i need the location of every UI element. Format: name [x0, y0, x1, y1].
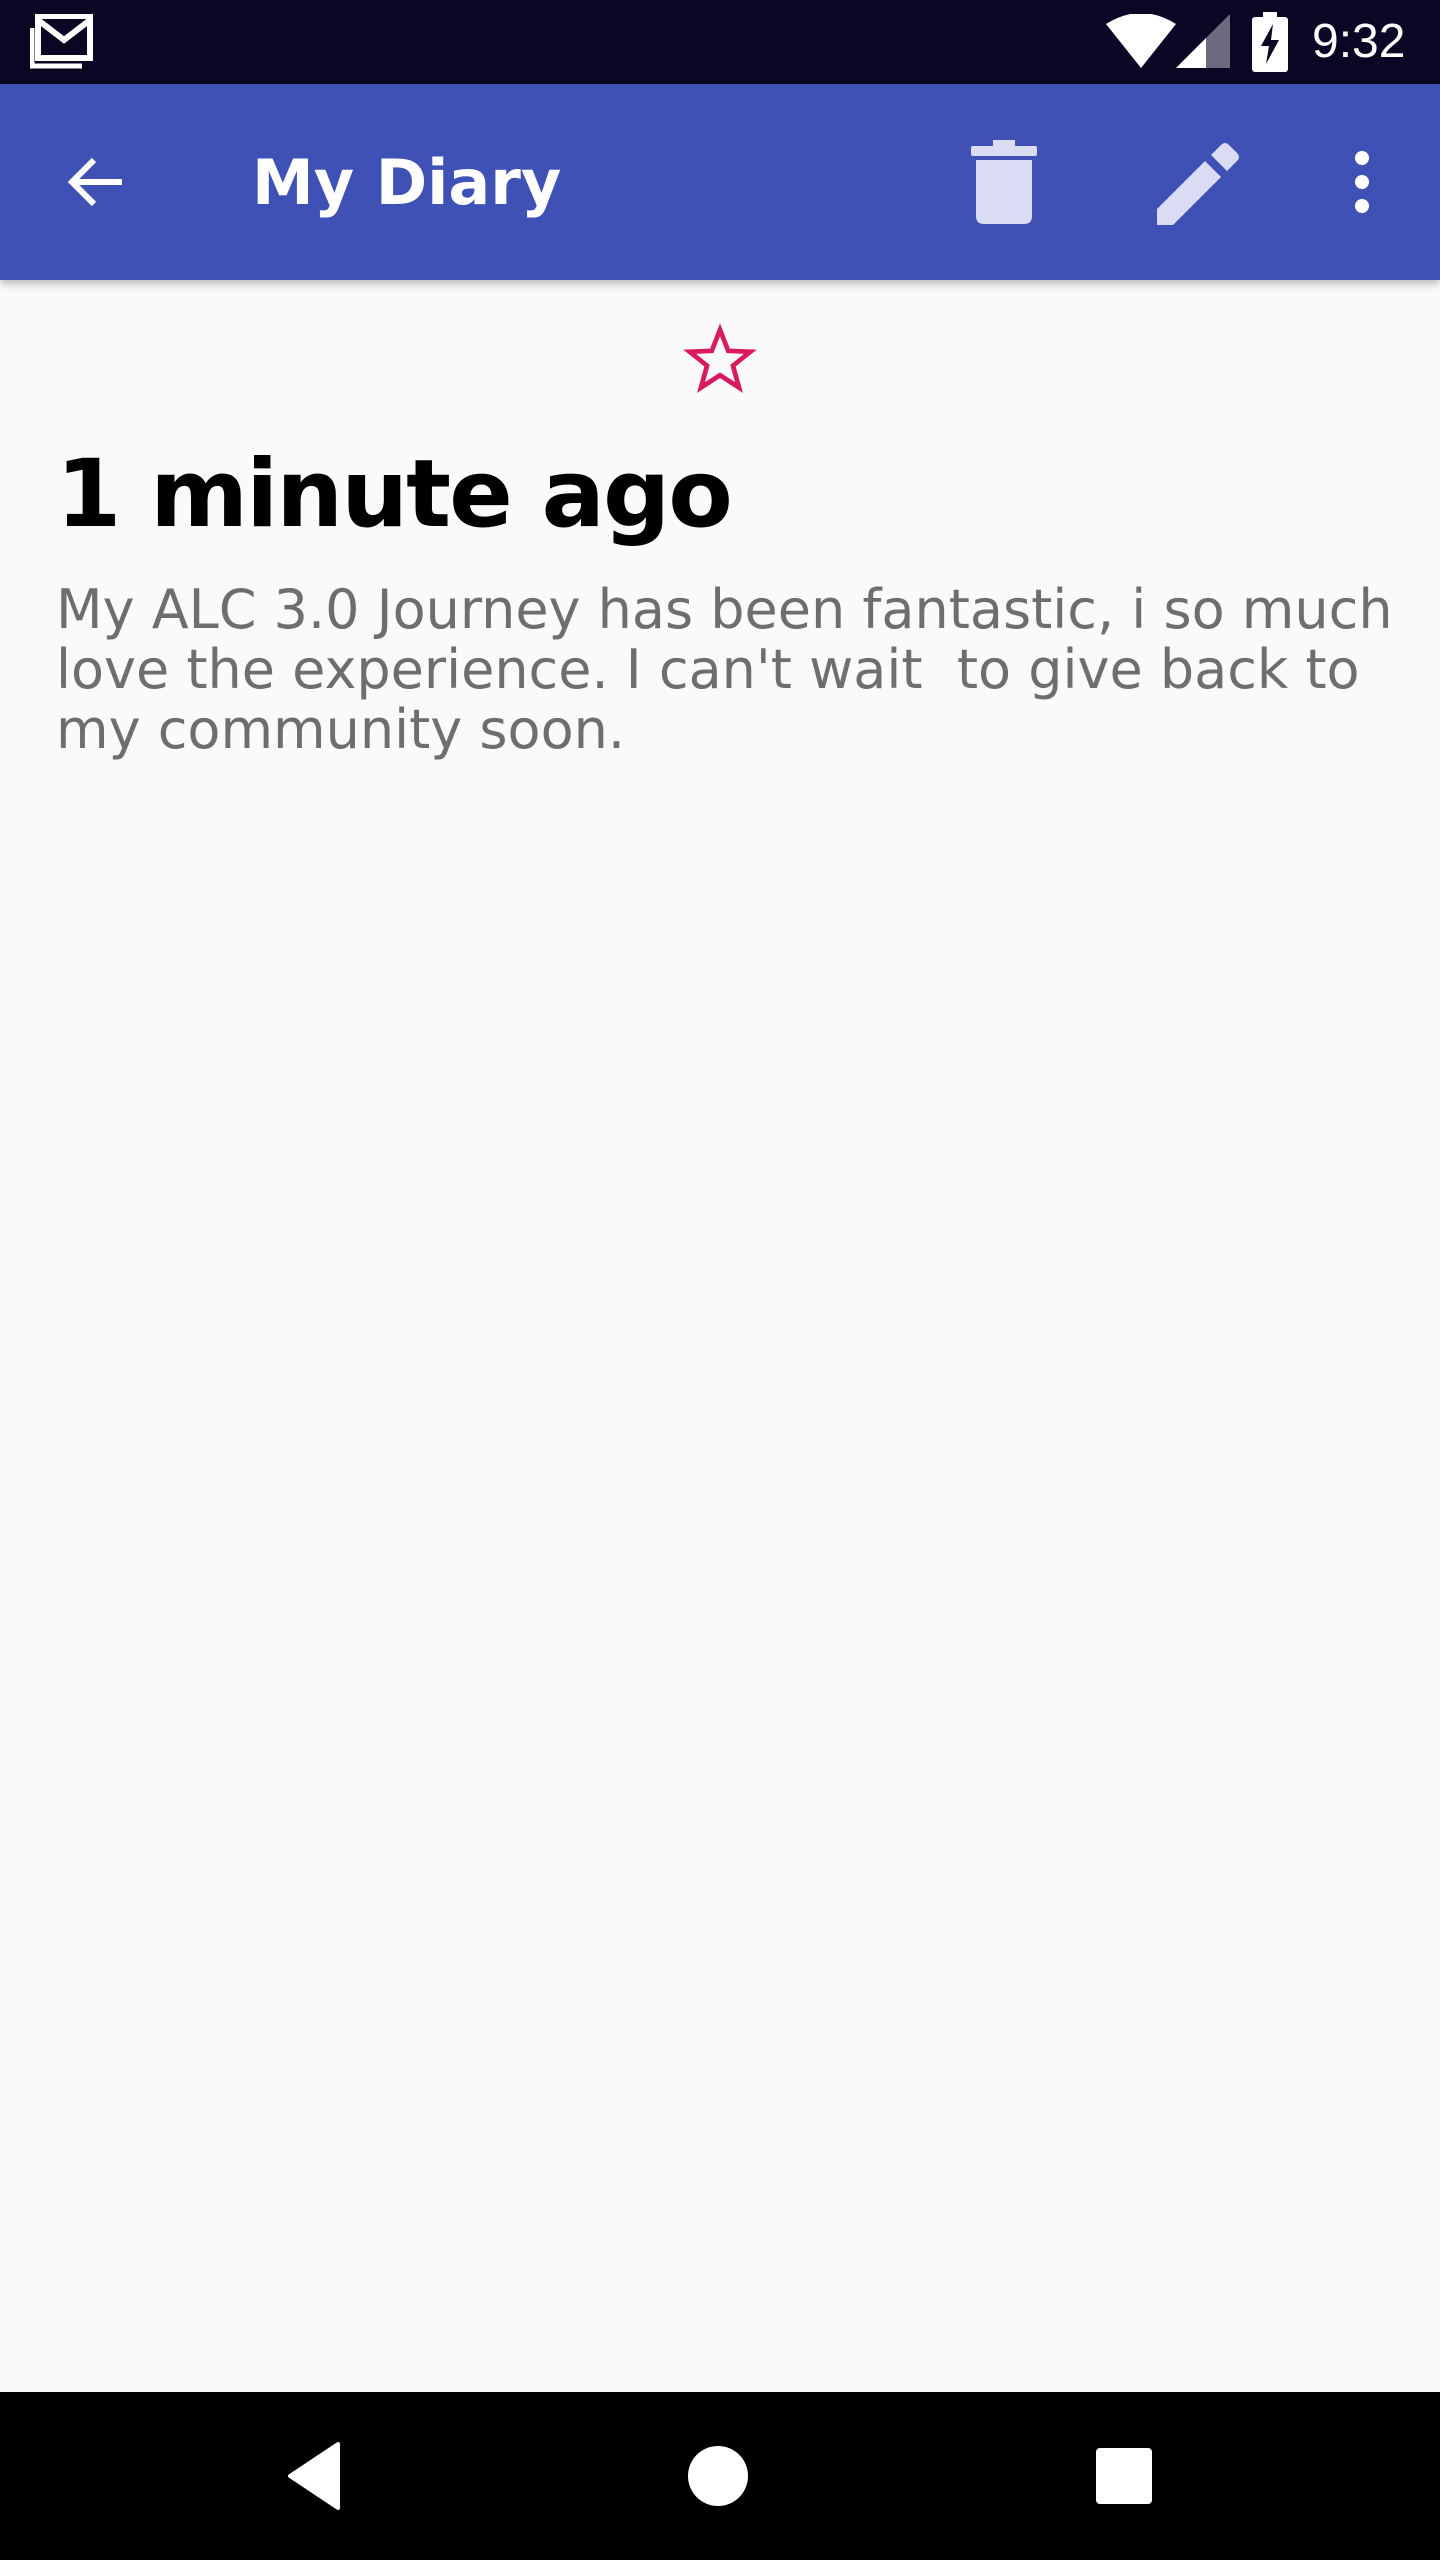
more-vert-icon — [1355, 151, 1369, 213]
gmail-icon — [30, 14, 93, 69]
app-bar: My Diary — [0, 84, 1440, 280]
nav-recents-icon[interactable] — [1082, 2434, 1166, 2518]
status-clock: 9:32 — [1312, 15, 1406, 68]
system-nav-bar — [0, 2392, 1440, 2560]
more-options-button[interactable] — [1314, 134, 1410, 230]
nav-back-icon[interactable] — [276, 2434, 360, 2518]
delete-icon — [971, 140, 1037, 224]
page-title: My Diary — [252, 146, 562, 219]
status-bar: 9:32 — [0, 0, 1440, 84]
back-button[interactable] — [48, 134, 144, 230]
delete-button[interactable] — [956, 134, 1052, 230]
entry-time: 1 minute ago — [56, 440, 733, 549]
battery-charging-icon — [1252, 12, 1288, 72]
nav-home-icon[interactable] — [676, 2434, 760, 2518]
signal-icon — [1176, 14, 1230, 68]
edit-icon — [1157, 143, 1239, 225]
favorite-button[interactable] — [682, 322, 758, 398]
star-outline-icon — [683, 323, 757, 393]
edit-button[interactable] — [1152, 134, 1248, 230]
entry-body: My ALC 3.0 Journey has been fantastic, i… — [56, 578, 1410, 761]
wifi-icon — [1106, 14, 1176, 68]
back-arrow-icon — [67, 157, 122, 207]
